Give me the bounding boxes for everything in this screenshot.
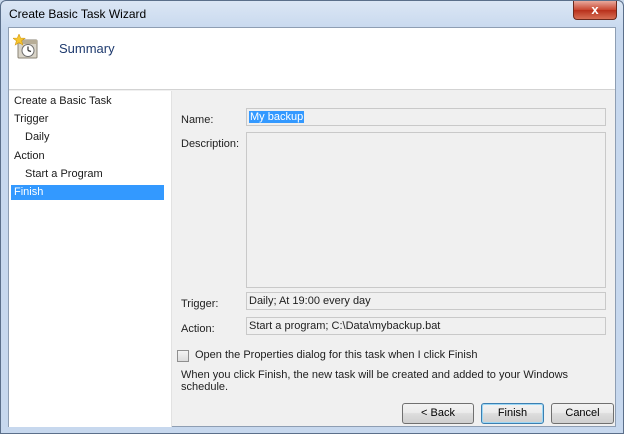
cancel-button[interactable]: Cancel [551,403,614,424]
step-finish[interactable]: Finish [11,185,164,200]
close-icon: x [591,2,599,17]
finish-button[interactable]: Finish [481,403,544,424]
close-button[interactable]: x [573,1,617,20]
wizard-step-list: Create a Basic Task Trigger Daily Action… [9,91,172,427]
step-start-a-program[interactable]: Start a Program [11,167,164,182]
action-value: Start a program; C:\Data\mybackup.bat [249,320,441,332]
trigger-field: Daily; At 19:00 every day [246,292,606,310]
back-button[interactable]: < Back [402,403,474,424]
title-bar[interactable]: Create Basic Task Wizard x [1,1,623,27]
wizard-client-area: Summary Create a Basic Task Trigger Dail… [8,27,616,427]
task-scheduler-icon [13,34,38,59]
wizard-header: Summary [9,28,615,90]
open-properties-label[interactable]: Open the Properties dialog for this task… [195,349,477,361]
step-action[interactable]: Action [11,149,164,164]
window-title: Create Basic Task Wizard [9,7,147,21]
name-value: My backup [249,111,305,123]
page-title: Summary [59,41,115,56]
finish-info-text: When you click Finish, the new task will… [181,369,569,393]
description-field[interactable] [246,132,606,288]
description-label: Description: [181,138,240,150]
name-label: Name: [181,114,214,126]
wizard-window: Create Basic Task Wizard x Summary Creat… [0,0,624,434]
step-trigger[interactable]: Trigger [11,112,164,127]
step-daily[interactable]: Daily [11,130,164,145]
action-label: Action: [181,323,215,335]
open-properties-checkbox[interactable] [177,350,189,362]
trigger-label: Trigger: [181,298,219,310]
name-field[interactable]: My backup [246,108,606,126]
action-field: Start a program; C:\Data\mybackup.bat [246,317,606,335]
step-create-basic-task[interactable]: Create a Basic Task [11,94,164,109]
trigger-value: Daily; At 19:00 every day [249,295,371,307]
